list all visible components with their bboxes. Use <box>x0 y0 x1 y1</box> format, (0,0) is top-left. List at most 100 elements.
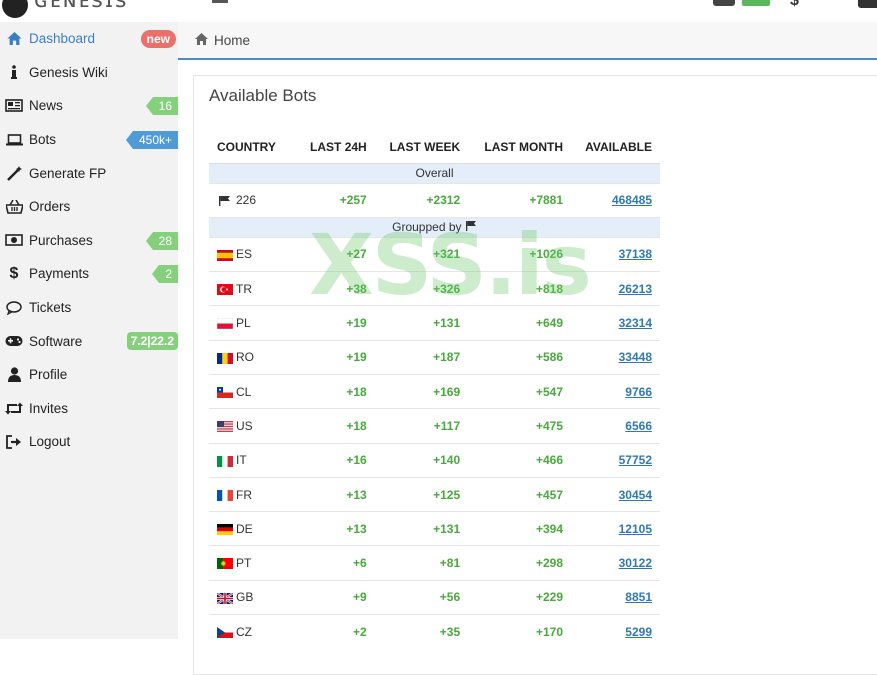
last-week: +187 <box>374 339 469 375</box>
sidebar-item-label: Genesis Wiki <box>29 64 108 80</box>
last-month: +298 <box>468 545 572 581</box>
flag-icon <box>217 195 233 207</box>
table-row: FR +13 +125 +457 30454 <box>209 476 660 512</box>
last-month: +586 <box>468 339 572 375</box>
sidebar-item-label: Dashboard <box>29 31 96 47</box>
available-bots-panel: Available Bots COUNTRY LAST 24H LAST WEE… <box>193 75 877 675</box>
overall-available-link[interactable]: 468485 <box>612 193 652 207</box>
available-link[interactable]: 30122 <box>619 556 652 570</box>
flag-fr-icon <box>217 489 233 501</box>
top-bar: ɢᴇɴᴇsɪs $ <box>0 0 877 22</box>
last-month: +229 <box>468 579 572 615</box>
sidebar-item-label: News <box>29 98 63 114</box>
nav-badge: 450k+ <box>125 130 178 149</box>
nav-badge: 2 <box>152 265 178 284</box>
last-month: +1026 <box>468 236 572 272</box>
laptop-icon <box>5 132 23 148</box>
last-24h: +9 <box>297 579 375 615</box>
last-week: +321 <box>374 236 469 272</box>
flag-cl-icon <box>217 386 233 398</box>
flag-icon <box>465 220 477 234</box>
sidebar-item-software[interactable]: Software 7.2|22.2 <box>0 324 178 358</box>
menu-toggle-icon[interactable] <box>212 0 228 3</box>
last-week: +117 <box>374 408 469 444</box>
table-row: GB +9 +56 +229 8851 <box>209 579 660 615</box>
available-link[interactable]: 57752 <box>619 453 652 467</box>
col-last-month[interactable]: LAST MONTH <box>468 132 572 164</box>
last-24h: +19 <box>297 305 375 341</box>
country-code: PT <box>236 556 252 571</box>
sidebar-item-orders[interactable]: Orders <box>0 190 178 224</box>
flag-cz-icon <box>217 627 233 639</box>
dollar-icon: $ <box>790 0 799 9</box>
sidebar-item-genesis-wiki[interactable]: Genesis Wiki <box>0 56 178 90</box>
available-link[interactable]: 37138 <box>619 247 652 261</box>
available-link[interactable]: 26213 <box>619 282 652 296</box>
sidebar-item-label: Orders <box>29 199 71 215</box>
last-month: +818 <box>468 271 572 306</box>
overall-24h: +257 <box>297 182 375 218</box>
sidebar-item-label: Invites <box>29 400 69 416</box>
overall-label: Overall <box>209 162 660 183</box>
sidebar-item-tickets[interactable]: Tickets <box>0 291 178 325</box>
home-icon <box>195 32 208 48</box>
country-code: US <box>236 418 253 433</box>
available-link[interactable]: 32314 <box>619 316 652 330</box>
flag-us-icon <box>217 421 233 433</box>
bots-table: COUNTRY LAST 24H LAST WEEK LAST MONTH AV… <box>209 132 660 649</box>
sidebar: Dashboard new Genesis Wiki News 16 Bots 450k+ G… <box>0 22 178 639</box>
available-link[interactable]: 33448 <box>619 350 652 364</box>
overall-week: +2312 <box>374 182 469 218</box>
available-link[interactable]: 12105 <box>619 522 652 536</box>
last-24h: +13 <box>297 511 375 546</box>
last-month: +457 <box>468 476 572 512</box>
last-24h: +2 <box>297 614 375 649</box>
user-menu-icon[interactable] <box>858 0 877 8</box>
flag-ro-icon <box>217 352 233 364</box>
table-row: CL +18 +169 +547 9766 <box>209 373 660 409</box>
sidebar-item-invites[interactable]: Invites <box>0 392 178 426</box>
sidebar-item-dashboard[interactable]: Dashboard new <box>0 22 178 56</box>
last-24h: +27 <box>297 236 375 272</box>
user-icon <box>5 367 23 383</box>
country-code: CZ <box>236 624 252 639</box>
country-code: TR <box>236 281 252 296</box>
home-icon <box>5 31 23 47</box>
last-month: +547 <box>468 373 572 409</box>
sidebar-item-logout[interactable]: Logout <box>0 425 178 459</box>
available-link[interactable]: 9766 <box>625 385 652 399</box>
dollar-icon: $ <box>9 264 19 282</box>
gamepad-icon <box>5 333 23 349</box>
last-week: +131 <box>374 305 469 341</box>
last-24h: +13 <box>297 476 375 512</box>
col-last-24h[interactable]: LAST 24H <box>297 132 375 164</box>
sidebar-item-purchases[interactable]: Purchases 28 <box>0 224 178 258</box>
table-row: IT +16 +140 +466 57752 <box>209 442 660 478</box>
available-link[interactable]: 5299 <box>625 625 652 639</box>
overall-row: 226 +257 +2312 +7881 468485 <box>209 182 660 218</box>
grouped-label: Groupped by <box>209 216 660 238</box>
nav-badge: 28 <box>145 231 178 250</box>
sidebar-item-bots[interactable]: Bots 450k+ <box>0 123 178 157</box>
table-row: TR +38 +326 +818 26213 <box>209 271 660 306</box>
col-country[interactable]: COUNTRY <box>209 132 298 164</box>
country-code: ES <box>236 247 253 262</box>
available-link[interactable]: 30454 <box>619 488 652 502</box>
sidebar-item-news[interactable]: News 16 <box>0 89 178 123</box>
available-link[interactable]: 8851 <box>625 590 652 604</box>
sidebar-item-payments[interactable]: $ Payments 2 <box>0 257 178 291</box>
sidebar-item-generate-fp[interactable]: Generate FP <box>0 156 178 190</box>
last-month: +649 <box>468 305 572 341</box>
available-link[interactable]: 6566 <box>625 419 652 433</box>
country-code: GB <box>236 590 254 605</box>
col-available[interactable]: AVAILABLE <box>571 132 660 164</box>
logo[interactable]: ɢᴇɴᴇsɪs <box>34 0 128 13</box>
wallet-icon[interactable] <box>713 0 735 6</box>
flag-gb-icon <box>217 592 233 604</box>
last-month: +466 <box>468 442 572 478</box>
logo-icon <box>2 0 28 18</box>
breadcrumb-home[interactable]: Home <box>214 33 250 48</box>
sidebar-item-profile[interactable]: Profile <box>0 358 178 392</box>
last-week: +131 <box>374 511 469 546</box>
col-last-week[interactable]: LAST WEEK <box>374 132 469 164</box>
